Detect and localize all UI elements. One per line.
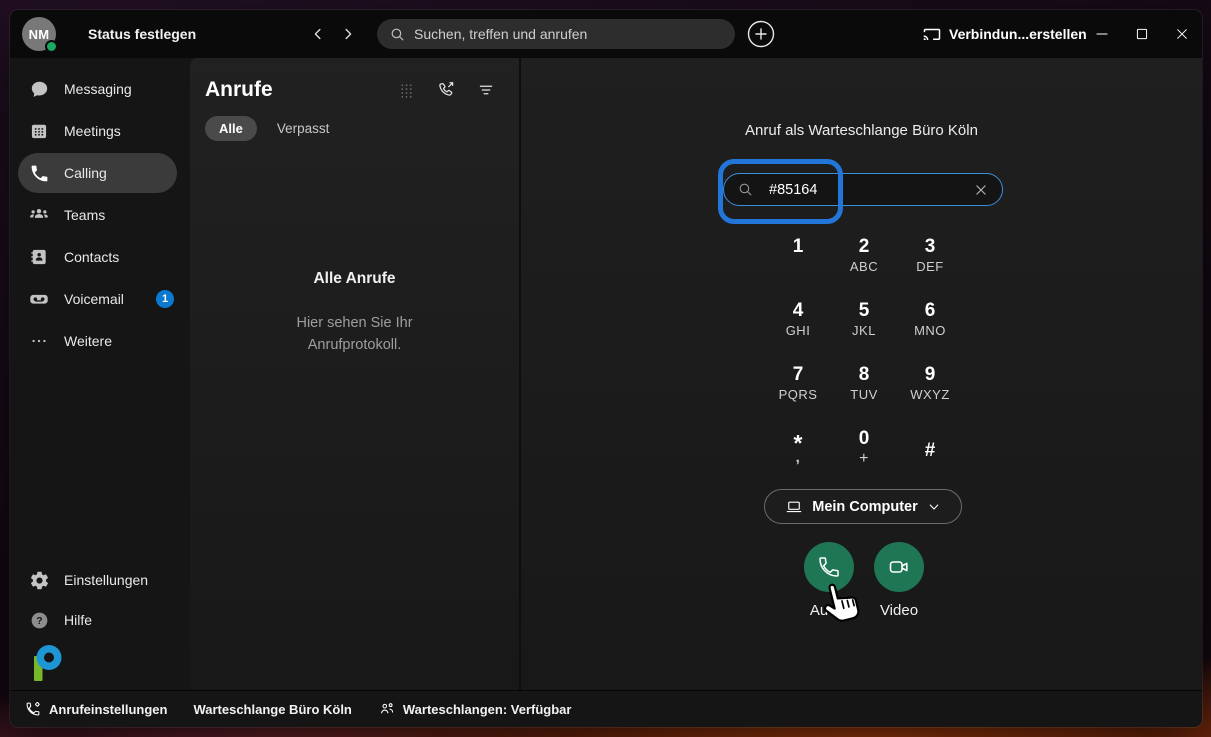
set-status-button[interactable]: Status festlegen [88, 10, 196, 58]
video-camera-icon [887, 555, 911, 579]
key-2[interactable]: 2ABC [831, 224, 897, 288]
sidebar-item-weitere[interactable]: Weitere [10, 320, 190, 362]
connect-device-icon [923, 25, 941, 43]
key-3[interactable]: 3DEF [897, 224, 963, 288]
titlebar: NM Status festlegen [10, 10, 1202, 58]
key-8[interactable]: 8TUV [831, 352, 897, 416]
empty-state-text-line2: Anrufprotokoll. [308, 337, 402, 353]
phone-gear-icon [24, 700, 42, 718]
key-6[interactable]: 6MNO [897, 288, 963, 352]
key-hash[interactable]: # [897, 416, 963, 480]
sidebar-item-help[interactable]: ? Hilfe [10, 600, 190, 640]
search-input[interactable] [414, 26, 723, 42]
call-settings-button[interactable]: Anrufeinstellungen [24, 700, 167, 718]
sidebar-item-teams[interactable]: Teams [10, 194, 190, 236]
dialer-heading: Anruf als Warteschlange Büro Köln [521, 122, 1202, 139]
svg-text:?: ? [36, 616, 42, 627]
app-window: NM Status festlegen [10, 10, 1202, 727]
phone-outline-icon [817, 555, 841, 579]
people-icon [28, 204, 50, 226]
empty-state-title: Alle Anrufe [190, 270, 519, 288]
calendar-icon [28, 120, 50, 142]
nav-forward-button[interactable] [336, 22, 360, 46]
close-icon [1172, 24, 1192, 44]
brand-logo [10, 640, 190, 684]
key-4[interactable]: 4GHI [765, 288, 831, 352]
maximize-button[interactable] [1122, 10, 1162, 58]
key-5[interactable]: 5JKL [831, 288, 897, 352]
connect-device-button[interactable]: Verbindun...erstellen [923, 10, 1087, 58]
search-icon [389, 26, 406, 43]
queue-people-icon [378, 700, 396, 718]
avatar-initials: NM [29, 27, 50, 42]
key-7[interactable]: 7PQRS [765, 352, 831, 416]
nav-back-button[interactable] [306, 22, 330, 46]
content-area: Messaging Meetings Calling Teams [10, 58, 1202, 690]
gear-icon [28, 569, 50, 591]
sidebar-item-messaging[interactable]: Messaging [10, 68, 190, 110]
device-selector[interactable]: Mein Computer [764, 489, 962, 524]
sidebar-item-calling[interactable]: Calling [18, 153, 177, 193]
dial-number-field[interactable] [723, 173, 1003, 206]
main-area: Anrufe Alle Verpa [190, 58, 1202, 690]
calls-title: Anrufe [205, 78, 273, 102]
voicemail-icon [28, 288, 50, 310]
calls-header: Anrufe [190, 78, 519, 102]
key-0[interactable]: 0+ [831, 416, 897, 480]
key-9[interactable]: 9WXYZ [897, 352, 963, 416]
sidebar-item-settings[interactable]: Einstellungen [10, 560, 190, 600]
ellipsis-icon [28, 330, 50, 352]
avatar[interactable]: NM [22, 17, 56, 51]
close-button[interactable] [1162, 10, 1202, 58]
chevron-right-icon [339, 25, 357, 43]
dialpad-icon[interactable] [395, 79, 417, 101]
sidebar-item-meetings[interactable]: Meetings [10, 110, 190, 152]
sidebar: Messaging Meetings Calling Teams [10, 58, 190, 690]
new-call-icon[interactable] [435, 79, 457, 101]
video-call-button[interactable] [874, 542, 924, 592]
add-button[interactable] [747, 20, 775, 48]
tab-all[interactable]: Alle [205, 116, 257, 141]
phone-icon [28, 162, 50, 184]
clear-input-icon[interactable] [972, 181, 990, 199]
minimize-button[interactable] [1082, 10, 1122, 58]
calls-empty-state: Alle Anrufe Hier sehen Sie Ihr Anrufprot… [190, 270, 519, 356]
cursor-pointer [817, 574, 872, 633]
laptop-icon [785, 498, 803, 516]
presence-status-dot [45, 40, 58, 53]
chevron-down-icon [927, 500, 941, 514]
tab-missed[interactable]: Verpasst [277, 121, 330, 136]
filter-icon[interactable] [475, 79, 497, 101]
global-search[interactable] [377, 19, 735, 49]
sidebar-item-voicemail[interactable]: Voicemail 1 [10, 278, 190, 320]
plus-icon [747, 20, 775, 48]
dial-number-input[interactable] [769, 182, 909, 198]
key-1[interactable]: 1 [765, 224, 831, 288]
chevron-left-icon [309, 25, 327, 43]
contact-card-icon [28, 246, 50, 268]
sidebar-item-contacts[interactable]: Contacts [10, 236, 190, 278]
keypad: 1 2ABC 3DEF 4GHI 5JKL 6MNO 7PQRS 8TUV 9W… [765, 224, 963, 480]
chat-icon [28, 78, 50, 100]
video-call-label: Video [859, 602, 939, 619]
calls-panel: Anrufe Alle Verpa [190, 58, 521, 690]
queue-name-button[interactable]: Warteschlange Büro Köln [193, 702, 351, 717]
maximize-icon [1132, 24, 1152, 44]
statusbar: Anrufeinstellungen Warteschlange Büro Kö… [10, 690, 1202, 727]
dialer-panel: Anruf als Warteschlange Büro Köln 1 2ABC… [521, 58, 1202, 690]
key-star[interactable]: *, [765, 416, 831, 480]
minimize-icon [1092, 24, 1112, 44]
sidebar-footer: Einstellungen ? Hilfe [10, 560, 190, 684]
queue-status-button[interactable]: Warteschlangen: Verfügbar [378, 700, 572, 718]
empty-state-text-line1: Hier sehen Sie Ihr [296, 315, 412, 331]
window-controls [1082, 10, 1202, 58]
question-icon: ? [28, 609, 50, 631]
voicemail-badge: 1 [156, 290, 174, 308]
search-icon [737, 181, 754, 198]
calls-tabs: Alle Verpasst [190, 102, 519, 141]
